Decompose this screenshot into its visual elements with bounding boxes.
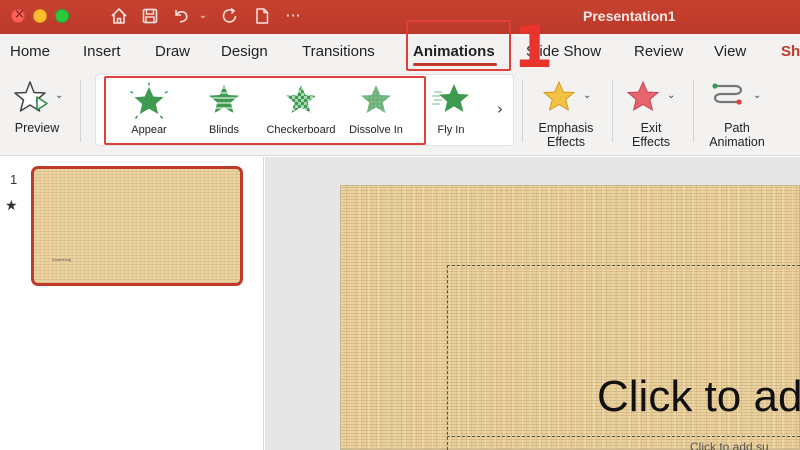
document-title: Presentation1 [583, 8, 676, 24]
title-bar: ⌄ ··· Presentation1 [0, 0, 800, 34]
preview-button-label[interactable]: Preview [13, 121, 61, 135]
new-document-icon[interactable] [251, 5, 273, 27]
ribbon-separator [522, 80, 523, 142]
tab-draw[interactable]: Draw [155, 43, 190, 60]
exit-effects-label-line2: Effects [632, 135, 670, 149]
tab-review[interactable]: Review [634, 43, 683, 60]
title-placeholder-text[interactable]: Click to ad [597, 372, 800, 422]
annotation-box-animation-gallery [104, 76, 426, 145]
exit-star-icon[interactable] [626, 80, 660, 118]
fly-in-label[interactable]: Fly In [428, 124, 474, 136]
emphasis-dropdown-chevron-icon[interactable]: ⌄ [583, 90, 591, 101]
tab-shape-format[interactable]: Sh [781, 43, 800, 60]
subtitle-placeholder-text[interactable]: Click to add su [690, 440, 769, 450]
redo-icon[interactable] [219, 5, 241, 27]
ribbon-tabs: Home Insert Draw Design Transitions Anim… [0, 34, 800, 70]
maximize-window-button[interactable] [55, 9, 69, 23]
ribbon-separator [612, 80, 613, 142]
slide-number: 1 [10, 172, 18, 187]
path-animation-icon[interactable] [711, 80, 747, 117]
more-icon[interactable]: ··· [282, 5, 304, 27]
emphasis-effects-button[interactable]: Emphasis Effects [534, 121, 598, 149]
ribbon-separator [693, 80, 694, 142]
gallery-more-chevron-icon[interactable]: › [497, 100, 503, 118]
exit-effects-button[interactable]: Exit Effects [622, 121, 680, 149]
path-animation-label-line2: Animation [709, 135, 765, 149]
preview-dropdown-chevron-icon[interactable]: ⌄ [55, 90, 63, 101]
slide-thumbnail-1[interactable] [31, 166, 243, 286]
tab-view[interactable]: View [714, 43, 746, 60]
minimize-window-button[interactable] [33, 9, 47, 23]
annotation-step-1: 1 [513, 13, 554, 81]
path-animation-label-line1: Path [724, 121, 750, 135]
tab-insert[interactable]: Insert [83, 43, 121, 60]
path-animation-button[interactable]: Path Animation [702, 121, 772, 149]
undo-dropdown-chevron-icon[interactable]: ⌄ [196, 5, 210, 27]
save-icon[interactable] [139, 5, 161, 27]
title-placeholder-box[interactable] [447, 265, 800, 450]
slide-thumbnail-text: Something [52, 257, 72, 262]
preview-star-icon[interactable] [14, 80, 54, 121]
tab-design[interactable]: Design [221, 43, 268, 60]
close-window-button[interactable] [11, 7, 25, 23]
emphasis-effects-label-line1: Emphasis [538, 121, 594, 135]
exit-effects-label-line1: Exit [640, 121, 662, 135]
fly-in-star-icon[interactable] [432, 82, 472, 123]
home-icon[interactable] [108, 5, 130, 27]
tab-home[interactable]: Home [10, 43, 50, 60]
emphasis-star-icon[interactable] [542, 80, 576, 118]
undo-icon[interactable] [170, 5, 192, 27]
emphasis-effects-label-line2: Effects [547, 135, 585, 149]
animation-marker-icon: ★ [5, 198, 18, 214]
exit-dropdown-chevron-icon[interactable]: ⌄ [667, 90, 675, 101]
annotation-box-animations-tab [406, 20, 511, 71]
ribbon-separator [80, 80, 81, 142]
tab-transitions[interactable]: Transitions [302, 43, 375, 60]
path-dropdown-chevron-icon[interactable]: ⌄ [753, 90, 761, 101]
